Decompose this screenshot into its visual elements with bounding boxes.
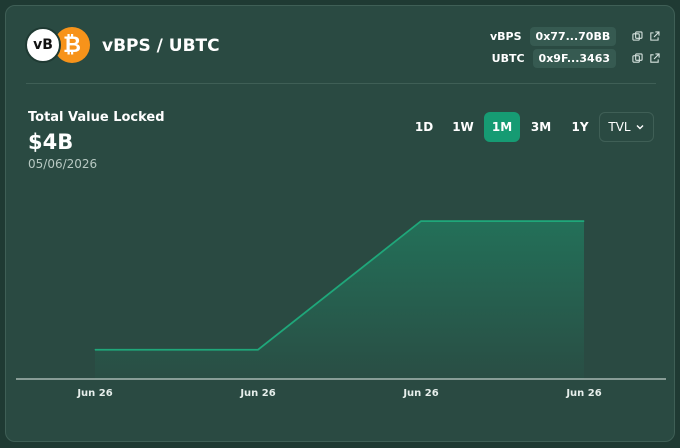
token-address-list: vBPS 0x77...70BB UBTC 0x9F...3463 <box>490 26 660 70</box>
token-address: 0x9F...3463 <box>532 48 616 68</box>
pool-card: vB ₿ vBPS / UBTC vBPS 0x77...70BB UBTC 0… <box>5 5 675 442</box>
tvl-point <box>420 220 422 222</box>
token-symbol: UBTC <box>491 51 525 65</box>
tvl-area <box>95 221 584 379</box>
copy-icon[interactable] <box>632 30 643 42</box>
metric-value: $4B <box>28 130 74 154</box>
tvl-chart: Jun 26 Jun 26 Jun 26 Jun 26 <box>16 220 666 399</box>
range-tab-1m[interactable]: 1M <box>484 112 520 142</box>
x-tick-label: Jun 26 <box>402 388 438 399</box>
chevron-down-icon <box>636 125 644 130</box>
tvl-point <box>257 349 259 351</box>
x-tick-label: Jun 26 <box>239 388 275 399</box>
token-address: 0x77...70BB <box>529 26 617 46</box>
external-link-icon[interactable] <box>649 30 660 42</box>
external-link-icon[interactable] <box>649 52 660 64</box>
vbps-logo: vB <box>25 27 61 63</box>
pair-title: vBPS / UBTC <box>102 36 220 56</box>
token-logos: vB ₿ <box>25 27 91 63</box>
copy-icon[interactable] <box>632 52 643 64</box>
pool-header: vB ₿ vBPS / UBTC vBPS 0x77...70BB UBTC 0… <box>6 6 674 84</box>
range-tab-1y[interactable]: 1Y <box>562 112 598 142</box>
range-tab-1d[interactable]: 1D <box>406 112 442 142</box>
token-row-ubtc: UBTC 0x9F...3463 <box>490 48 660 68</box>
x-tick-label: Jun 26 <box>76 388 112 399</box>
metric-select[interactable]: TVL <box>599 112 654 142</box>
metric-date: 05/06/2026 <box>28 157 98 171</box>
metric-label: Total Value Locked <box>28 110 165 125</box>
range-tab-1w[interactable]: 1W <box>445 112 481 142</box>
header-divider <box>26 83 656 84</box>
metric-select-value: TVL <box>608 120 631 134</box>
tvl-point <box>583 220 585 222</box>
tvl-point <box>94 349 96 351</box>
token-row-vbps: vBPS 0x77...70BB <box>490 26 660 46</box>
token-symbol: vBPS <box>490 29 522 43</box>
x-tick-label: Jun 26 <box>565 388 601 399</box>
range-tab-3m[interactable]: 3M <box>523 112 559 142</box>
time-range-tabs: 1D 1W 1M 3M 1Y <box>406 112 601 142</box>
